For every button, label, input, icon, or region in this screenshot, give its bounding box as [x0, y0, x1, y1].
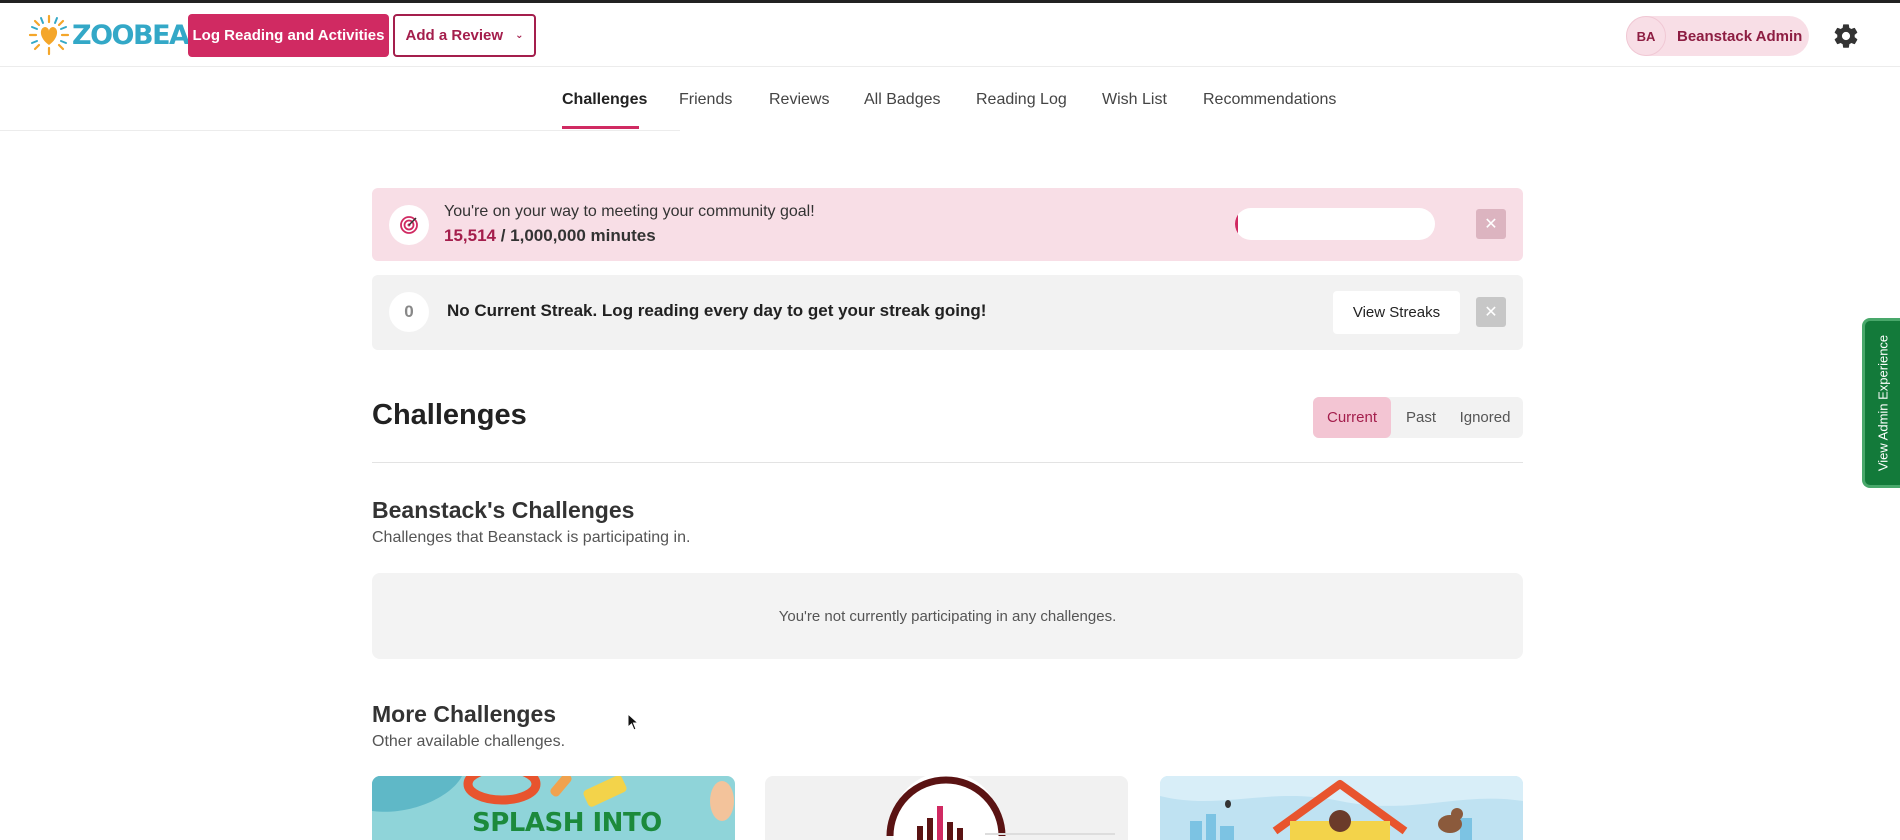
goal-total: / 1,000,000 minutes: [496, 226, 656, 245]
nav-tabs: Challenges Friends Reviews All Badges Re…: [0, 68, 1900, 131]
tab-reviews[interactable]: Reviews: [769, 91, 829, 109]
goal-count: 15,514 / 1,000,000 minutes: [444, 226, 656, 246]
challenge-card-birdhouse[interactable]: [1160, 776, 1523, 840]
card-illustration: [1160, 776, 1523, 840]
tab-recommendations[interactable]: Recommendations: [1203, 91, 1336, 109]
tab-challenges[interactable]: Challenges: [562, 91, 647, 109]
page-title: Challenges: [372, 399, 527, 431]
user-menu[interactable]: BA Beanstack Admin: [1626, 16, 1809, 56]
dismiss-streak-button[interactable]: ✕: [1476, 297, 1506, 327]
dismiss-goal-button[interactable]: ✕: [1476, 209, 1506, 239]
nav-divider: [0, 130, 680, 131]
filter-past[interactable]: Past: [1393, 397, 1449, 438]
streak-banner: 0 No Current Streak. Log reading every d…: [372, 275, 1523, 350]
gear-icon[interactable]: [1832, 22, 1860, 50]
my-challenges-subtitle: Challenges that Beanstack is participati…: [372, 529, 691, 546]
card-illustration: [886, 776, 1115, 840]
goal-message: You're on your way to meeting your commu…: [444, 203, 815, 220]
filter-current[interactable]: Current: [1313, 397, 1391, 438]
logo[interactable]: ZOOBEAN: [28, 14, 211, 56]
target-icon: [389, 205, 429, 245]
header: ZOOBEAN Log Reading and Activities Add a…: [0, 3, 1900, 67]
goal-progress-fill: [1235, 208, 1239, 240]
card-title: SPLASH INTO: [472, 808, 662, 838]
side-tab-label: View Admin Experience: [1875, 334, 1890, 472]
more-challenges-subtitle: Other available challenges.: [372, 733, 566, 750]
goal-current: 15,514: [444, 226, 496, 245]
user-name: Beanstack Admin: [1677, 27, 1803, 45]
my-challenges-heading: Beanstack's Challenges: [372, 497, 635, 523]
active-tab-underline: [562, 126, 639, 129]
sun-icon: [28, 14, 70, 56]
streak-count-badge: 0: [389, 292, 429, 332]
challenge-card-music[interactable]: [765, 776, 1128, 840]
add-review-label: Add a Review: [405, 27, 504, 44]
streak-count: 0: [404, 302, 414, 321]
view-streaks-button[interactable]: View Streaks: [1333, 291, 1460, 334]
view-admin-experience-tab[interactable]: View Admin Experience: [1862, 318, 1900, 488]
log-reading-button[interactable]: Log Reading and Activities: [188, 14, 389, 57]
empty-challenges-message: You're not currently participating in an…: [372, 573, 1523, 659]
add-review-button[interactable]: Add a Review ⌄: [393, 14, 536, 57]
streak-message: No Current Streak. Log reading every day…: [447, 301, 987, 320]
challenge-filter: Current Past Ignored: [1313, 397, 1523, 438]
goal-progress-bar: [1235, 208, 1435, 240]
more-challenges-heading: More Challenges: [372, 701, 557, 727]
tab-wish-list[interactable]: Wish List: [1102, 91, 1167, 109]
chevron-down-icon: ⌄: [515, 30, 524, 41]
mouse-cursor-icon: [627, 713, 639, 731]
close-icon: ✕: [1484, 216, 1498, 233]
section-divider: [372, 462, 1523, 463]
community-goal-banner: You're on your way to meeting your commu…: [372, 188, 1523, 261]
tab-reading-log[interactable]: Reading Log: [976, 91, 1067, 109]
filter-ignored[interactable]: Ignored: [1449, 397, 1521, 438]
tab-all-badges[interactable]: All Badges: [864, 91, 941, 109]
close-icon: ✕: [1484, 304, 1498, 321]
avatar: BA: [1626, 16, 1666, 56]
tab-friends[interactable]: Friends: [679, 91, 732, 109]
challenge-card-splash[interactable]: SPLASH INTO: [372, 776, 735, 840]
